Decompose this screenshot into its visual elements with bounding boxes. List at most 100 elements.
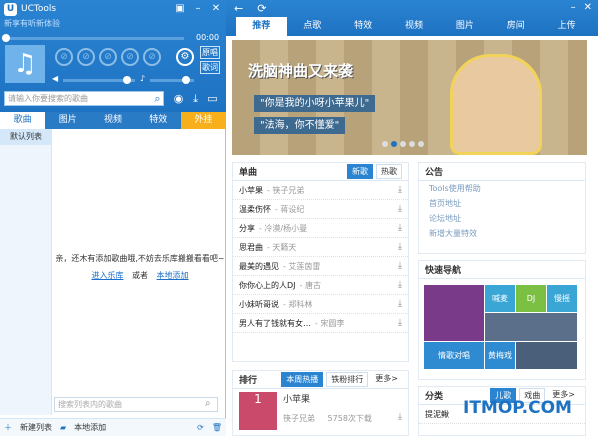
loop-icon[interactable]: ⟳ [197, 423, 204, 432]
menu-icon[interactable]: ▣ [174, 3, 186, 15]
notice-item[interactable]: 新增大量特效 [419, 226, 585, 241]
local-add-link[interactable]: 本地添加 [157, 271, 189, 280]
song-row[interactable]: 小苹果 - 筷子兄弟 ⤓ [233, 181, 408, 200]
notice-item[interactable]: 论坛地址 [419, 211, 585, 226]
rank-item[interactable]: 1 小苹果 筷子兄弟 5758次下载 ⤓ [233, 389, 408, 433]
weekly-hot-tab[interactable]: 本周热播 [281, 372, 324, 387]
original-vocal-button[interactable]: 原唱 [200, 46, 220, 59]
song-artist: - 筷子兄弟 [267, 185, 305, 195]
download-icon[interactable]: ⤓ [398, 185, 402, 195]
song-artist: - 蒋设纪 [275, 204, 305, 214]
tab-pictures[interactable]: 图片 [45, 112, 90, 129]
download-icon[interactable]: ⤓ [398, 223, 402, 233]
nav-tile-slow[interactable]: 慢摇 [547, 285, 577, 312]
list-search-input[interactable]: 搜索列表内的歌曲 [54, 397, 218, 412]
volume-icon: ◀ [52, 74, 59, 83]
download-icon[interactable]: ⤓ [398, 318, 402, 328]
refresh-icon[interactable]: ⟳ [257, 2, 266, 15]
banner-dot[interactable] [409, 141, 415, 147]
tab-effects[interactable]: 特效 [136, 112, 181, 129]
download-icon[interactable]: ⤓ [398, 242, 402, 252]
song-row[interactable]: 分享 - 冷漠/杨小曼 ⤓ [233, 219, 408, 238]
song-name: 小苹果 [239, 185, 263, 195]
mic-knob[interactable] [182, 76, 190, 84]
gear-icon[interactable]: ⚙ [176, 48, 194, 66]
tab-video[interactable]: 视频 [389, 17, 440, 36]
new-songs-tab[interactable]: 新歌 [347, 164, 373, 179]
banner-person-image [450, 54, 542, 155]
notice-item[interactable]: Tools使用帮助 [419, 181, 585, 196]
song-row[interactable]: 小妹听哥说 - 郑科林 ⤓ [233, 295, 408, 314]
default-list-item[interactable]: 默认列表 [0, 129, 51, 145]
rank-more-link[interactable]: 更多> [371, 372, 402, 387]
title-bar: U UCTools ▣ – ✕ [0, 0, 226, 18]
nav-tile-duet[interactable]: 情歌对唱 [424, 342, 484, 369]
song-row[interactable]: 男人有了钱就有女… - 宋圆李 ⤓ [233, 314, 408, 333]
minimize-button[interactable]: – [192, 3, 204, 15]
prev-button[interactable]: ⊘ [55, 48, 73, 66]
tab-videos[interactable]: 视频 [90, 112, 135, 129]
nav-tile-dance[interactable] [424, 285, 484, 341]
fans-rank-tab[interactable]: 铁粉排行 [326, 372, 369, 387]
lyrics-button[interactable]: 歌词 [200, 61, 220, 74]
new-list-button[interactable]: 新建列表 [20, 422, 52, 433]
tab-upload[interactable]: 上传 [541, 17, 592, 36]
right-close-button[interactable]: ✕ [584, 2, 592, 13]
song-row[interactable]: 温柔伤怀 - 蒋设纪 ⤓ [233, 200, 408, 219]
right-minimize-button[interactable]: – [571, 2, 576, 13]
tab-songs[interactable]: 歌曲 [0, 112, 46, 129]
tab-plugins[interactable]: 外挂 [180, 112, 227, 129]
download-icon[interactable]: ⤓ [398, 412, 402, 430]
nav-tile-room[interactable] [516, 342, 577, 369]
notice-item[interactable]: 首页地址 [419, 196, 585, 211]
nav-tile-stage[interactable] [485, 313, 577, 341]
download-icon[interactable]: ⤓ [398, 204, 402, 214]
library-link[interactable]: 进入乐库 [91, 271, 123, 280]
banner-dot[interactable] [400, 141, 406, 147]
download-icon[interactable]: ⤓ [188, 91, 203, 106]
progress-bar[interactable] [2, 34, 184, 42]
hot-songs-tab[interactable]: 热歌 [376, 164, 402, 179]
progress-knob[interactable] [2, 34, 10, 42]
eye-icon[interactable]: ◉ [171, 91, 186, 106]
download-icon[interactable]: ⤓ [398, 280, 402, 290]
rank-panel: 排行 本周热播 铁粉排行 更多> 1 小苹果 筷子兄弟 5758次下载 ⤓ [232, 370, 409, 436]
download-icon[interactable]: ⤓ [398, 261, 402, 271]
record-button[interactable]: ⊘ [121, 48, 139, 66]
download-icon[interactable]: ⤓ [398, 299, 402, 309]
left-tabs: 歌曲 图片 视频 特效 外挂 [0, 112, 227, 129]
next-button[interactable]: ⊘ [99, 48, 117, 66]
search-icon[interactable]: ⌕ [150, 91, 165, 106]
nav-tile-dj[interactable]: DJ [516, 285, 546, 312]
mic-slider[interactable] [150, 76, 194, 84]
list-search-icon[interactable]: ⌕ [205, 398, 211, 409]
tab-fx[interactable]: 特效 [338, 17, 389, 36]
back-icon[interactable]: ← [234, 2, 243, 15]
song-artist: - 天籁天 [267, 242, 297, 252]
banner-line-1: "你是我的小呀小苹果儿" [254, 95, 376, 112]
tab-room[interactable]: 房间 [490, 17, 541, 36]
volume-knob[interactable] [123, 76, 131, 84]
banner-dot[interactable] [391, 141, 397, 147]
nav-tile-shout[interactable]: 喊麦 [485, 285, 515, 312]
promo-banner[interactable]: 洗脑神曲又来袭 "你是我的小呀小苹果儿" "法海，你不懂爱" [232, 40, 587, 155]
notice-panel: 公告 Tools使用帮助 首页地址 论坛地址 新增大量特效 [418, 162, 586, 254]
banner-dot[interactable] [418, 141, 424, 147]
local-add-button[interactable]: 本地添加 [74, 422, 106, 433]
banner-dot[interactable] [382, 141, 388, 147]
trash-icon[interactable]: 🗑 [212, 423, 222, 432]
nav-tile-opera[interactable]: 黄梅戏 [485, 342, 515, 369]
song-row[interactable]: 最美的遇见 - 艾莲茵雷 ⤓ [233, 257, 408, 276]
folder-icon: ▰ [60, 423, 67, 432]
screen-icon[interactable]: ▭ [205, 91, 220, 106]
close-button[interactable]: ✕ [210, 3, 222, 15]
tab-image[interactable]: 图片 [439, 17, 490, 36]
song-search-input[interactable]: 请输入你要搜索的歌曲 [4, 91, 164, 106]
volume-slider[interactable] [63, 76, 135, 84]
song-row[interactable]: 思君曲 - 天籁天 ⤓ [233, 238, 408, 257]
mode-button[interactable]: ⊘ [143, 48, 161, 66]
tab-request[interactable]: 点歌 [287, 17, 338, 36]
song-row[interactable]: 你你心上的人DJ - 唐古 ⤓ [233, 276, 408, 295]
play-button[interactable]: ⊘ [77, 48, 95, 66]
tab-recommend[interactable]: 推荐 [236, 17, 287, 36]
